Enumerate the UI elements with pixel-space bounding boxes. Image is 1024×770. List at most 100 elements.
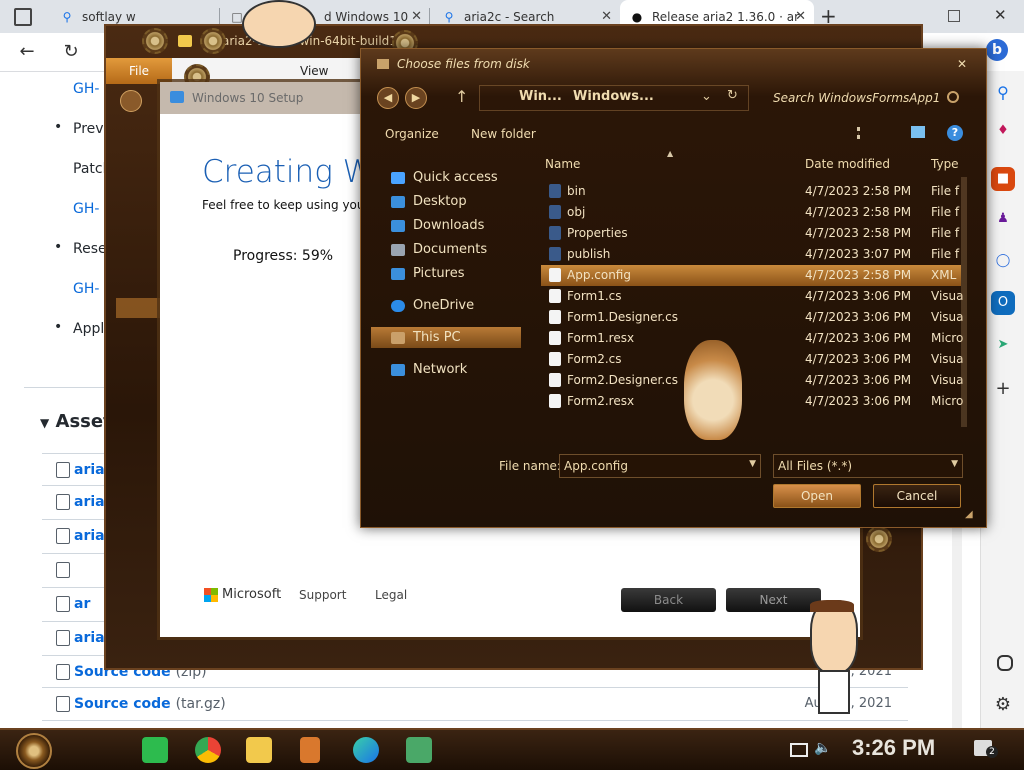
nav-item-downloads[interactable]: Downloads	[391, 218, 484, 233]
organize-button[interactable]: Organize	[385, 127, 439, 141]
close-icon[interactable]: ✕	[411, 9, 422, 24]
filename-field[interactable]: App.config ▼	[559, 454, 761, 478]
ribbon-tab-view[interactable]: View	[300, 64, 328, 78]
file-row[interactable]: Properties 4/7/2023 2:58 PM File f	[541, 223, 961, 244]
close-icon[interactable]: ✕	[601, 9, 612, 24]
file-row[interactable]: Form1.cs 4/7/2023 3:06 PM Visua	[541, 286, 964, 307]
next-button[interactable]: Next	[726, 588, 821, 612]
open-button[interactable]: Open	[773, 484, 861, 508]
file-type: Micro	[931, 331, 964, 345]
nav-label: Network	[413, 362, 468, 377]
microsoft-label: Microsoft	[222, 587, 282, 602]
tab-actions-icon[interactable]	[14, 8, 32, 26]
nav-item-desktop[interactable]: Desktop	[391, 194, 467, 209]
file-name: Form1.resx	[567, 331, 635, 345]
nav-forward-icon[interactable]: ▶	[405, 87, 427, 109]
office-icon[interactable]: ◯	[991, 249, 1015, 273]
games-icon[interactable]: ♟	[991, 207, 1015, 231]
add-icon[interactable]: +	[991, 377, 1015, 401]
file-row[interactable]: bin 4/7/2023 2:58 PM File f	[541, 181, 961, 202]
nav-back-icon[interactable]	[120, 90, 142, 112]
nav-item-documents[interactable]: Documents	[391, 242, 487, 257]
outlook-icon[interactable]: O	[991, 291, 1015, 315]
chrome-icon[interactable]	[195, 737, 221, 763]
refresh-icon[interactable]: ↻	[727, 88, 738, 103]
desktop-icon	[391, 195, 405, 208]
file-row[interactable]: Form1.resx 4/7/2023 3:06 PM Micro	[541, 328, 964, 349]
tools-icon[interactable]: ■	[991, 167, 1015, 191]
file-row[interactable]: Form2.cs 4/7/2023 3:06 PM Visua	[541, 349, 964, 370]
back-button[interactable]: Back	[621, 588, 716, 612]
file-icon	[549, 373, 561, 387]
network-tray-icon[interactable]	[790, 743, 808, 757]
close-window-icon[interactable]: ✕	[994, 6, 1007, 24]
settings-gear-icon[interactable]: ⚙	[991, 693, 1015, 717]
asset-name[interactable]: aria	[74, 528, 105, 544]
help-icon[interactable]: ?	[947, 125, 963, 141]
file-icon	[549, 331, 561, 345]
asset-name[interactable]: ar	[74, 596, 90, 612]
cancel-button[interactable]: Cancel	[873, 484, 961, 508]
breadcrumb-item[interactable]: Windows...	[573, 89, 654, 104]
file-row[interactable]: publish 4/7/2023 3:07 PM File f	[541, 244, 961, 265]
refresh-icon[interactable]: ↻	[60, 41, 82, 63]
app-icon-orange[interactable]	[300, 737, 320, 763]
support-link[interactable]: Support	[299, 588, 346, 602]
nav-item-onedrive[interactable]: OneDrive	[391, 298, 474, 313]
nav-item-this-pc[interactable]: This PC	[391, 330, 461, 345]
file-row-selected[interactable]: App.config 4/7/2023 2:58 PM XML	[541, 265, 961, 286]
search-icon[interactable]	[947, 91, 959, 103]
column-type[interactable]: Type	[931, 157, 959, 171]
asset-name[interactable]: Source code (tar.gz)	[74, 696, 226, 712]
preview-pane-icon[interactable]	[911, 126, 925, 138]
dropdown-chevron-icon[interactable]: ⌄	[701, 89, 712, 104]
file-row[interactable]: obj 4/7/2023 2:58 PM File f	[541, 202, 961, 223]
asset-ext: (tar.gz)	[175, 696, 226, 712]
ribbon-tab-file[interactable]: File	[106, 58, 172, 84]
gh-link[interactable]: GH-	[73, 81, 99, 97]
file-type: Visua	[931, 289, 964, 303]
file-row[interactable]: Form2.Designer.cs 4/7/2023 3:06 PM Visua	[541, 370, 964, 391]
send-icon[interactable]: ➤	[991, 333, 1015, 357]
close-icon[interactable]: ✕	[795, 9, 806, 24]
asset-row-source-targz[interactable]: Source code (tar.gz) Aug 21, 2021	[42, 687, 908, 721]
start-button-icon[interactable]	[16, 733, 52, 769]
up-arrow-icon[interactable]: ↑	[455, 87, 468, 106]
caret-down-icon: ▼	[40, 416, 50, 430]
column-date-modified[interactable]: Date modified	[805, 157, 890, 171]
nav-item-pictures[interactable]: Pictures	[391, 266, 464, 281]
app-icon-setup[interactable]	[406, 737, 432, 763]
breadcrumb-item[interactable]: Win...	[519, 89, 562, 104]
nav-back-icon[interactable]: ◀	[377, 87, 399, 109]
view-options-icon[interactable]	[857, 127, 874, 139]
logo-square	[211, 595, 218, 602]
shopping-icon[interactable]: ♦	[991, 119, 1015, 143]
close-icon[interactable]: ✕	[957, 57, 967, 71]
file-name: obj	[567, 205, 586, 219]
sidebar-toggle-icon[interactable]	[997, 655, 1013, 671]
search-input[interactable]: Search WindowsFormsApp1	[773, 91, 940, 105]
back-arrow-icon[interactable]: ←	[16, 41, 38, 63]
legal-link[interactable]: Legal	[375, 588, 407, 602]
filter-dropdown[interactable]: All Files (*.*) ▼	[773, 454, 963, 478]
taskbar-clock[interactable]: 3:26 PM	[852, 735, 935, 761]
column-name[interactable]: Name	[545, 157, 580, 171]
volume-muted-icon[interactable]: 🔈	[814, 740, 831, 756]
package-icon	[56, 562, 70, 578]
tab-title: aria2c - Search	[464, 9, 555, 24]
new-folder-button[interactable]: New folder	[471, 127, 536, 141]
app-icon-green[interactable]	[142, 737, 168, 763]
search-icon[interactable]: ⚲	[991, 81, 1015, 105]
edge-icon[interactable]	[353, 737, 379, 763]
resize-grip-icon[interactable]: ◢	[965, 509, 973, 520]
nav-item-network[interactable]: Network	[391, 362, 467, 377]
restore-window-icon[interactable]	[948, 10, 960, 22]
file-row[interactable]: Form1.Designer.cs 4/7/2023 3:06 PM Visua	[541, 307, 964, 328]
file-row[interactable]: Form2.resx 4/7/2023 3:06 PM Micro	[541, 391, 963, 412]
file-list-scrollbar[interactable]	[961, 177, 967, 427]
folder-icon	[549, 247, 561, 261]
file-explorer-icon[interactable]	[246, 737, 272, 763]
nav-item-quick-access[interactable]: Quick access	[391, 170, 498, 185]
tab-title: Release aria2 1.36.0 · ar	[652, 9, 800, 24]
bing-icon[interactable]: b	[986, 39, 1008, 61]
